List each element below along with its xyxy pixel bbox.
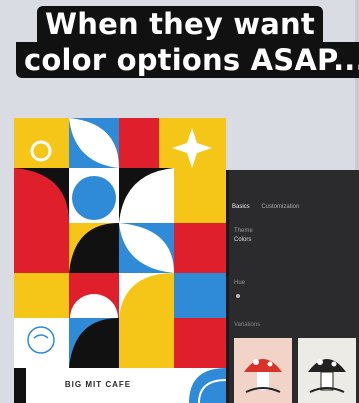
poster-title: BIG MIT CAFE — [64, 380, 132, 389]
design-editor-panel: Basics Customization Theme Colors Hue Va… — [226, 170, 359, 403]
geometric-poster: BIG MIT CAFE — [14, 118, 226, 403]
caption-line-2: color options ASAP... — [16, 42, 359, 78]
row-label: Hue — [234, 280, 246, 286]
caption-line-1: When they want — [37, 6, 323, 42]
poster-pattern — [14, 118, 226, 403]
background-strip — [355, 0, 359, 170]
mushroom-icon — [244, 359, 282, 393]
property-label: Theme — [234, 228, 253, 234]
tab-basics[interactable]: Basics — [232, 204, 250, 210]
editor-tabs: Basics Customization — [232, 204, 309, 210]
mushroom-icon — [308, 359, 346, 393]
property-value[interactable]: Colors — [234, 237, 251, 243]
variation-thumbnail-1[interactable] — [234, 338, 292, 403]
tab-customization[interactable]: Customization — [261, 204, 299, 210]
section-label: Variations — [234, 322, 261, 328]
toggle-dot[interactable] — [236, 294, 240, 298]
variation-thumbnail-2[interactable] — [298, 338, 356, 403]
meme-caption: When they want color options ASAP... — [16, 6, 359, 78]
